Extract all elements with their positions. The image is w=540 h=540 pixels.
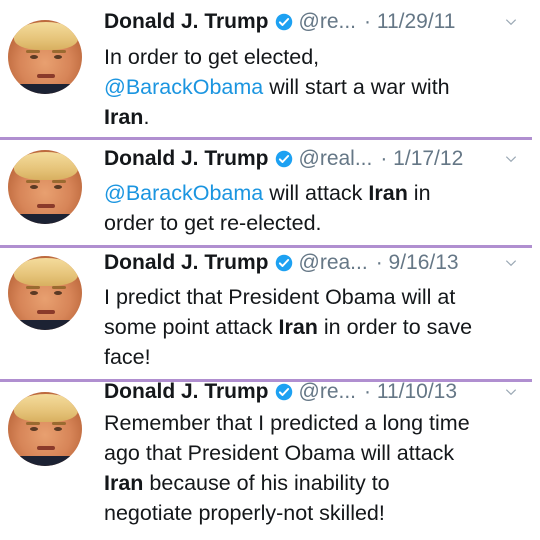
tweet-line: Remember that I predicted a long time bbox=[104, 408, 522, 438]
highlighted-keyword: Iran bbox=[104, 105, 144, 129]
tweet-text: I predict that President Obama will at so… bbox=[104, 282, 522, 372]
tweet-text-run: order to get re-elected. bbox=[104, 211, 322, 235]
author-name[interactable]: Donald J. Trump bbox=[104, 147, 269, 171]
tweet-text: In order to get elected, @BarackObama wil… bbox=[104, 42, 522, 132]
tweet-line: negotiate properly-not skilled! bbox=[104, 498, 522, 528]
tweet-text-run: . bbox=[143, 105, 150, 129]
chevron-down-icon[interactable] bbox=[504, 385, 518, 399]
verified-badge-icon bbox=[275, 383, 292, 401]
author-name[interactable]: Donald J. Trump bbox=[104, 380, 269, 404]
tweet[interactable]: Donald J. Trump @rea... · 9/16/13 I pred… bbox=[0, 248, 532, 382]
tweet[interactable]: Donald J. Trump @re... · 11/10/13 Rememb… bbox=[0, 380, 532, 540]
tweet-text: @BarackObama will attack Iran in order to… bbox=[104, 178, 522, 238]
avatar[interactable] bbox=[8, 150, 82, 224]
tweet-line: @BarackObama will attack Iran in bbox=[104, 178, 522, 208]
verified-badge-icon bbox=[275, 13, 292, 31]
tweet-line: order to get re-elected. bbox=[104, 208, 522, 238]
mention-link[interactable]: @BarackObama bbox=[104, 181, 263, 205]
tweet-line: @BarackObama will start a war with bbox=[104, 72, 522, 102]
avatar[interactable] bbox=[8, 392, 82, 466]
tweet-line: In order to get elected, bbox=[104, 42, 522, 72]
verified-badge-icon bbox=[275, 150, 292, 168]
author-name[interactable]: Donald J. Trump bbox=[104, 10, 269, 34]
tweet[interactable]: Donald J. Trump @real... · 1/17/12 @Bara… bbox=[0, 140, 532, 248]
tweet-text-run: will attack bbox=[263, 181, 369, 205]
author-handle[interactable]: @re... bbox=[299, 380, 357, 404]
avatar[interactable] bbox=[8, 256, 82, 330]
tweet-line: some point attack Iran in order to save bbox=[104, 312, 522, 342]
tweet-text-run: I predict that President Obama will at bbox=[104, 285, 456, 309]
mention-link[interactable]: @BarackObama bbox=[104, 75, 263, 99]
highlighted-keyword: Iran bbox=[278, 315, 318, 339]
chevron-down-icon[interactable] bbox=[504, 15, 518, 29]
author-name[interactable]: Donald J. Trump bbox=[104, 251, 269, 275]
highlighted-keyword: Iran bbox=[368, 181, 408, 205]
tweet-text: Remember that I predicted a long time ago… bbox=[104, 408, 522, 528]
tweet-line: Iran. bbox=[104, 102, 522, 132]
tweet-line: face! bbox=[104, 342, 522, 372]
tweet-text-run: some point attack bbox=[104, 315, 279, 339]
tweet-text-run: Remember that I predicted a long time bbox=[104, 411, 470, 435]
verified-badge-icon bbox=[275, 254, 292, 272]
tweet-text-run: will start a war with bbox=[263, 75, 450, 99]
tweet[interactable]: Donald J. Trump @re... · 11/29/11 In ord… bbox=[0, 0, 532, 140]
tweet-date[interactable]: · 11/10/13 bbox=[364, 380, 457, 404]
tweet-line: ago that President Obama will attack bbox=[104, 438, 522, 468]
tweet-date[interactable]: · 1/17/12 bbox=[380, 147, 463, 171]
tweet-text-run: ago that President Obama will attack bbox=[104, 441, 455, 465]
chevron-down-icon[interactable] bbox=[504, 152, 518, 166]
author-handle[interactable]: @re... bbox=[299, 10, 357, 34]
avatar[interactable] bbox=[8, 20, 82, 94]
chevron-down-icon[interactable] bbox=[504, 256, 518, 270]
highlighted-keyword: Iran bbox=[104, 471, 144, 495]
tweet-text-run: in order to save bbox=[317, 315, 473, 339]
tweet-text-run: negotiate properly-not skilled! bbox=[104, 501, 385, 525]
author-handle[interactable]: @rea... bbox=[299, 251, 368, 275]
tweet-date[interactable]: · 9/16/13 bbox=[376, 251, 459, 275]
tweet-line: I predict that President Obama will at bbox=[104, 282, 522, 312]
author-handle[interactable]: @real... bbox=[299, 147, 373, 171]
tweet-text-run: because of his inability to bbox=[143, 471, 390, 495]
tweet-text-run: face! bbox=[104, 345, 151, 369]
tweet-text-run: in bbox=[407, 181, 431, 205]
tweet-line: Iran because of his inability to bbox=[104, 468, 522, 498]
tweet-text-run: In order to get elected, bbox=[104, 45, 320, 69]
tweet-date[interactable]: · 11/29/11 bbox=[364, 10, 455, 34]
